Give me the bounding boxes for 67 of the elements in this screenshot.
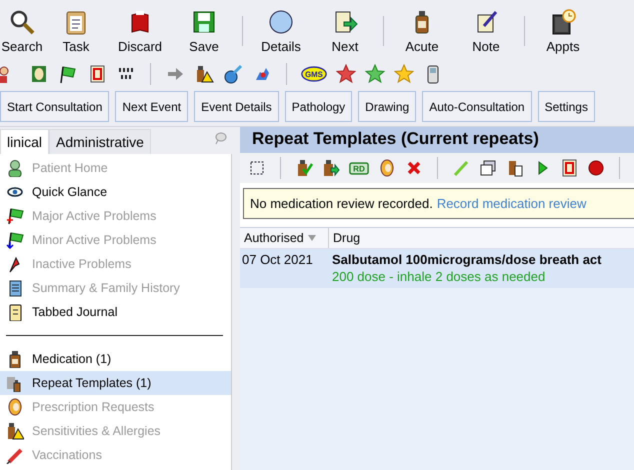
toolbar-button[interactable]: Next	[313, 8, 377, 54]
sort-icon	[308, 234, 316, 242]
toolbar-button[interactable]: Appts	[531, 8, 595, 54]
notice-text: No medication review recorded.	[250, 196, 433, 211]
action-button[interactable]: Settings	[538, 91, 595, 122]
flask-icon[interactable]	[223, 64, 243, 84]
bottle-check-icon[interactable]	[295, 159, 313, 177]
toolbar-button[interactable]: Acute	[390, 8, 454, 54]
dose-instructions: 200 dose - inhale 2 doses as needed	[332, 269, 546, 284]
search-icon	[8, 8, 36, 36]
flag-icon[interactable]	[58, 64, 78, 84]
record-icon[interactable]	[587, 159, 605, 177]
flag-icon	[6, 207, 24, 225]
tab[interactable]: Administrative	[49, 129, 151, 154]
action-button[interactable]: Next Event	[115, 91, 188, 122]
sidebar-item-label: Patient Home	[32, 161, 108, 175]
toolbar-button[interactable]: Search	[0, 8, 44, 54]
sidebar-item-label: Major Active Problems	[32, 209, 156, 223]
action-button[interactable]: Pathology	[284, 91, 352, 122]
drug-name: Salbutamol 100micrograms/dose breath act	[332, 252, 602, 267]
windows-icon[interactable]	[479, 159, 497, 177]
sidebar-item-label: Prescription Requests	[32, 400, 154, 414]
bottle-warning-icon	[6, 422, 24, 440]
flag-icon	[6, 231, 24, 249]
toolbar-button[interactable]: Save	[172, 8, 236, 54]
bottle-arrow-icon[interactable]	[322, 159, 340, 177]
rd-badge-icon[interactable]: RD	[349, 162, 369, 174]
sidebar-item[interactable]: Quick Glance	[0, 180, 231, 204]
sidebar-item-label: Minor Active Problems	[32, 233, 156, 247]
sidebar-item-label: Sensitivities & Allergies	[32, 424, 161, 438]
r-document-icon[interactable]	[560, 159, 578, 177]
action-button[interactable]: Auto-Consultation	[422, 91, 532, 122]
toolbar-button[interactable]: Task	[44, 8, 108, 54]
circle-icon	[267, 8, 295, 36]
sidebar-item-label: Repeat Templates (1)	[32, 376, 152, 390]
sidebar-item[interactable]: Medication (1)	[0, 347, 231, 371]
sidebar-item[interactable]: Repeat Templates (1)	[0, 371, 231, 395]
selection-icon[interactable]	[248, 159, 266, 177]
cross-icon[interactable]	[405, 159, 423, 177]
sidebar-item-label: Quick Glance	[32, 185, 108, 199]
record-review-link[interactable]: Record medication review	[436, 196, 586, 211]
action-button[interactable]: Start Consultation	[0, 91, 110, 122]
column-header[interactable]: Authorised	[240, 228, 329, 248]
sidebar-item-label: Inactive Problems	[32, 257, 132, 271]
toolbar-button[interactable]: Details	[249, 8, 313, 54]
action-button[interactable]: Drawing	[358, 91, 416, 122]
bottle-warning-icon[interactable]	[194, 64, 214, 84]
tab[interactable]: linical	[0, 129, 50, 154]
sidebar-item-label: Medication (1)	[32, 352, 112, 366]
panel-title: Repeat Templates (Current repeats)	[240, 127, 634, 153]
star-icon[interactable]	[336, 64, 356, 84]
syringe-icon	[6, 446, 24, 464]
action-button[interactable]: Event Details	[194, 91, 279, 122]
star-icon[interactable]	[394, 64, 414, 84]
star-icon[interactable]	[365, 64, 385, 84]
date-cell-text: 07 Oct 2021	[242, 252, 314, 269]
sidebar-item-label: Vaccinations	[32, 448, 102, 462]
portrait-icon[interactable]	[29, 64, 49, 84]
sidebar-item[interactable]: Tabbed Journal	[0, 300, 231, 324]
column-header[interactable]: Drug	[329, 228, 360, 248]
sidebar-item-label: Tabbed Journal	[32, 305, 118, 319]
table-row[interactable]: 07 Oct 2021 Salbutamol 100micrograms/dose breath act 200 dose - inhale 2 doses as needed	[240, 249, 634, 288]
bottle-document-icon[interactable]	[506, 159, 524, 177]
toolbar-button[interactable]: Note	[454, 8, 518, 54]
toolbar-button[interactable]: Discard	[108, 8, 172, 54]
gms-badge-icon[interactable]: GMS	[301, 66, 327, 82]
sidebar-item-label: Summary & Family History	[32, 281, 180, 295]
